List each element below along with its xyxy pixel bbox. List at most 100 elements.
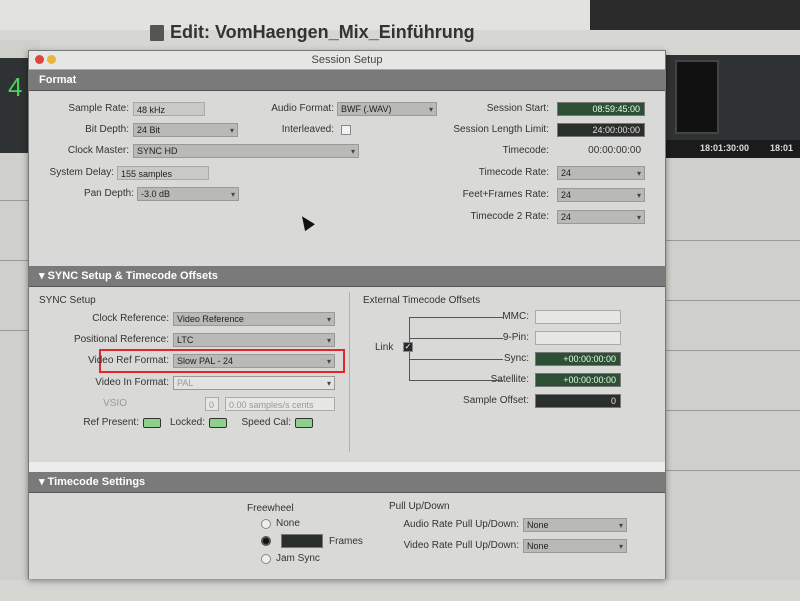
feet-frames-label: Feet+Frames Rate: (462, 189, 549, 200)
positional-reference-select[interactable]: LTC ▾ (173, 333, 335, 347)
sync-section-header[interactable]: ▾ SYNC Setup & Timecode Offsets (29, 266, 665, 287)
system-delay-label: System Delay: (49, 167, 114, 178)
audio-format-value: BWF (.WAV) (341, 104, 392, 114)
pan-depth-label: Pan Depth: (83, 188, 134, 199)
audio-format-select[interactable]: BWF (.WAV) ▾ (337, 102, 437, 116)
document-icon (150, 24, 164, 41)
timecode-settings-header[interactable]: ▾ Timecode Settings (29, 472, 665, 493)
sample-rate-field: 48 kHz (133, 102, 205, 116)
timecode-settings-section: Freewheel None Frames Jam Sync Pull Up/D… (29, 493, 665, 579)
background-top-dark (590, 0, 800, 30)
video-ref-format-select[interactable]: Slow PAL - 24 ▾ (173, 354, 335, 368)
video-ref-format-value: Slow PAL - 24 (177, 356, 234, 366)
minimize-window-icon[interactable] (47, 55, 56, 64)
dialog-title: Session Setup (311, 54, 383, 66)
timecode-label: Timecode: (502, 145, 549, 156)
dialog-titlebar[interactable]: Session Setup (29, 51, 665, 70)
freewheel-frames-label: Frames (329, 536, 363, 547)
clock-reference-select[interactable]: Video Reference ▾ (173, 312, 335, 326)
pull-up-down-label: Pull Up/Down (389, 501, 450, 512)
bit-depth-select[interactable]: 24 Bit ▾ (133, 123, 238, 137)
link-label: Link (375, 342, 394, 353)
sync-setup-label: SYNC Setup (39, 295, 96, 306)
freewheel-frames-field[interactable] (281, 534, 323, 548)
track-lane-divider (655, 300, 800, 301)
link-bracket-line (409, 359, 503, 360)
interleaved-checkbox[interactable] (341, 125, 351, 135)
link-checkbox[interactable]: ✓ (403, 342, 413, 352)
sample-offset-label: Sample Offset: (463, 395, 529, 406)
freewheel-none-label: None (276, 518, 300, 529)
clock-reference-label: Clock Reference: (92, 313, 169, 324)
jam-sync-label: Jam Sync (276, 553, 320, 564)
audio-pull-value: None (527, 520, 549, 530)
clock-master-select[interactable]: SYNC HD ▾ (133, 144, 359, 158)
session-start-label: Session Start: (486, 103, 549, 114)
disclosure-triangle-icon: ▾ (39, 476, 48, 488)
session-start-field[interactable]: 08:59:45:00 (557, 102, 645, 116)
nine-pin-offset-field (535, 331, 621, 345)
feet-frames-select[interactable]: 24 ▾ (557, 188, 645, 202)
select-arrow-icon: ▾ (326, 315, 331, 324)
timecode2-rate-select[interactable]: 24 ▾ (557, 210, 645, 224)
positional-reference-value: LTC (177, 335, 194, 345)
select-arrow-icon: ▾ (618, 521, 623, 530)
edit-window-title: Edit: VomHaengen_Mix_Einführung (150, 22, 475, 43)
audio-pull-label: Audio Rate Pull Up/Down: (403, 519, 519, 530)
link-bracket-line (409, 317, 503, 318)
video-in-format-value: PAL (177, 378, 194, 388)
format-section-header[interactable]: Format (29, 70, 665, 91)
freewheel-none-radio[interactable] (261, 519, 271, 529)
track-lane-divider (655, 350, 800, 351)
vsio-unit-field: 0.00 samples/s cents (225, 397, 335, 411)
format-section: Sample Rate: 48 kHz Bit Depth: 24 Bit ▾ C… (29, 91, 665, 266)
bit-depth-value: 24 Bit (137, 125, 161, 135)
select-arrow-icon: ▾ (636, 213, 641, 222)
ruler-time: 18:01 (770, 143, 794, 153)
locked-label: Locked: (169, 417, 205, 428)
timecode2-rate-label: Timecode 2 Rate: (470, 211, 549, 222)
sync-section-title: SYNC Setup & Timecode Offsets (47, 270, 218, 282)
ref-present-label: Ref Present: (83, 417, 139, 428)
pan-depth-select[interactable]: -3.0 dB ▾ (137, 187, 239, 201)
timecode-value: 00:00:00:00 (588, 145, 641, 156)
feet-frames-value: 24 (561, 190, 572, 200)
disclosure-triangle-icon: ▾ (39, 270, 48, 282)
jam-sync-radio[interactable] (261, 554, 271, 564)
vsio-label: VSIO (103, 398, 127, 409)
speed-cal-led (295, 418, 313, 428)
freewheel-frames-radio[interactable] (261, 536, 271, 546)
satellite-offset-field[interactable]: +00:00:00:00 (535, 373, 621, 387)
sync-offset-field[interactable]: +00:00:00:00 (535, 352, 621, 366)
freewheel-label: Freewheel (247, 503, 294, 514)
video-pull-select[interactable]: None ▾ (523, 539, 627, 553)
pan-depth-value: -3.0 dB (141, 189, 171, 199)
timecode-rate-select[interactable]: 24 ▾ (557, 166, 645, 180)
clock-master-label: Clock Master: (67, 145, 129, 156)
select-arrow-icon: ▾ (350, 147, 355, 156)
video-pull-value: None (527, 541, 549, 551)
audio-format-label: Audio Format: (271, 103, 334, 114)
sample-rate-label: Sample Rate: (68, 103, 129, 114)
track-lane-divider (655, 240, 800, 241)
timecode-settings-title: Timecode Settings (47, 476, 146, 488)
system-delay-field: 155 samples (117, 166, 209, 180)
link-bracket-line (409, 380, 503, 381)
left-counter-number: 4 (8, 72, 23, 102)
audio-pull-select[interactable]: None ▾ (523, 518, 627, 532)
select-arrow-icon: ▾ (618, 542, 623, 551)
session-length-field[interactable]: 24:00:00:00 (557, 123, 645, 137)
sample-offset-field[interactable]: 0 (535, 394, 621, 408)
timecode-rate-label: Timecode Rate: (478, 167, 549, 178)
clock-master-value: SYNC HD (137, 146, 178, 156)
timecode-rate-value: 24 (561, 168, 572, 178)
track-lane-divider (655, 470, 800, 471)
close-window-icon[interactable] (35, 55, 44, 64)
edit-window-title-text: Edit: VomHaengen_Mix_Einführung (170, 22, 475, 42)
select-arrow-icon: ▾ (326, 357, 331, 366)
video-in-format-select[interactable]: PAL ▾ (173, 376, 335, 390)
clock-reference-value: Video Reference (177, 314, 244, 324)
video-ref-format-label: Video Ref Format: (88, 355, 169, 366)
select-arrow-icon: ▾ (230, 190, 235, 199)
external-offsets-label: External Timecode Offsets (363, 295, 481, 306)
